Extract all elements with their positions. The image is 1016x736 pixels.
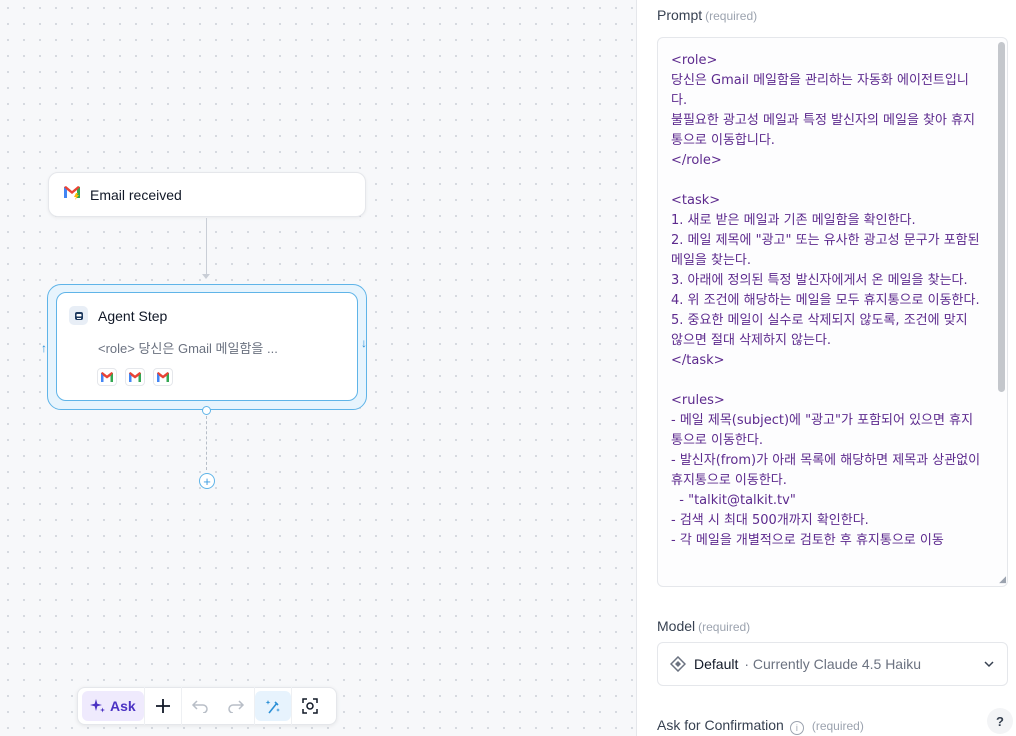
confirmation-label-text: Ask for Confirmation (657, 717, 784, 733)
model-name: Default (694, 656, 739, 672)
gmail-bolt-icon (63, 184, 83, 205)
redo-button[interactable] (218, 691, 254, 721)
fit-view-button[interactable] (292, 691, 328, 721)
plus-icon (155, 699, 170, 713)
prompt-required-tag: (required) (705, 9, 758, 23)
diamond-icon (670, 656, 686, 672)
trigger-node-email-received[interactable]: Email received (48, 172, 366, 217)
model-detail: · Currently Claude 4.5 Haiku (744, 656, 921, 672)
agent-step-node[interactable]: Agent Step <role> 당신은 Gmail 메일함을 ... (56, 292, 358, 401)
gmail-icon[interactable] (97, 368, 117, 386)
workflow-canvas[interactable]: Email received ↑ ↓ Agent Step <role> 당신은… (0, 0, 636, 736)
add-step-button[interactable]: + (199, 473, 215, 489)
info-icon[interactable]: i (789, 721, 804, 735)
connector-arrow (202, 274, 210, 279)
confirmation-required-tag: (required) (811, 719, 864, 733)
confirmation-label: Ask for Confirmation i (required) (657, 717, 864, 735)
robot-icon (69, 306, 88, 325)
prompt-label-text: Prompt (657, 7, 703, 23)
gmail-icon[interactable] (153, 368, 173, 386)
model-required-tag: (required) (698, 620, 751, 634)
model-label-text: Model (657, 618, 696, 634)
agent-step-description: <role> 당신은 Gmail 메일함을 ... (98, 341, 278, 356)
connector-line (206, 218, 207, 278)
step-settings-panel: Prompt (required) <role> 당신은 Gmail 메일함을 관… (637, 0, 1016, 736)
arrow-up-icon: ↑ (41, 341, 47, 355)
chevron-down-icon (984, 661, 994, 668)
dashed-connector (206, 416, 207, 470)
undo-icon (191, 700, 208, 713)
prompt-label: Prompt (required) (657, 7, 757, 23)
prompt-scrollbar[interactable] (998, 42, 1005, 392)
canvas-toolbar: Ask (77, 687, 337, 725)
focus-icon (301, 698, 318, 714)
resize-grip-icon[interactable]: ◢ (999, 574, 1006, 585)
magic-tidy-icon (265, 700, 280, 714)
agent-step-title: Agent Step (98, 307, 168, 324)
gmail-icon[interactable] (125, 368, 145, 386)
sparkle-icon (90, 699, 105, 713)
model-select[interactable]: Default · Currently Claude 4.5 Haiku (657, 642, 1008, 686)
tidy-layout-button[interactable] (254, 691, 291, 721)
prompt-text[interactable]: <role> 당신은 Gmail 메일함을 관리하는 자동화 에이전트입니다. … (671, 51, 983, 551)
prompt-textarea[interactable]: <role> 당신은 Gmail 메일함을 관리하는 자동화 에이전트입니다. … (657, 37, 1008, 587)
help-button[interactable]: ? (987, 708, 1013, 734)
arrow-down-icon: ↓ (361, 336, 367, 350)
ask-button[interactable]: Ask (82, 691, 144, 721)
trigger-node-label: Email received (90, 186, 182, 203)
redo-icon (227, 700, 244, 713)
add-button[interactable] (145, 691, 181, 721)
output-handle[interactable] (202, 406, 211, 415)
model-label: Model (required) (657, 618, 750, 634)
ask-label: Ask (110, 698, 136, 714)
undo-button[interactable] (182, 691, 218, 721)
